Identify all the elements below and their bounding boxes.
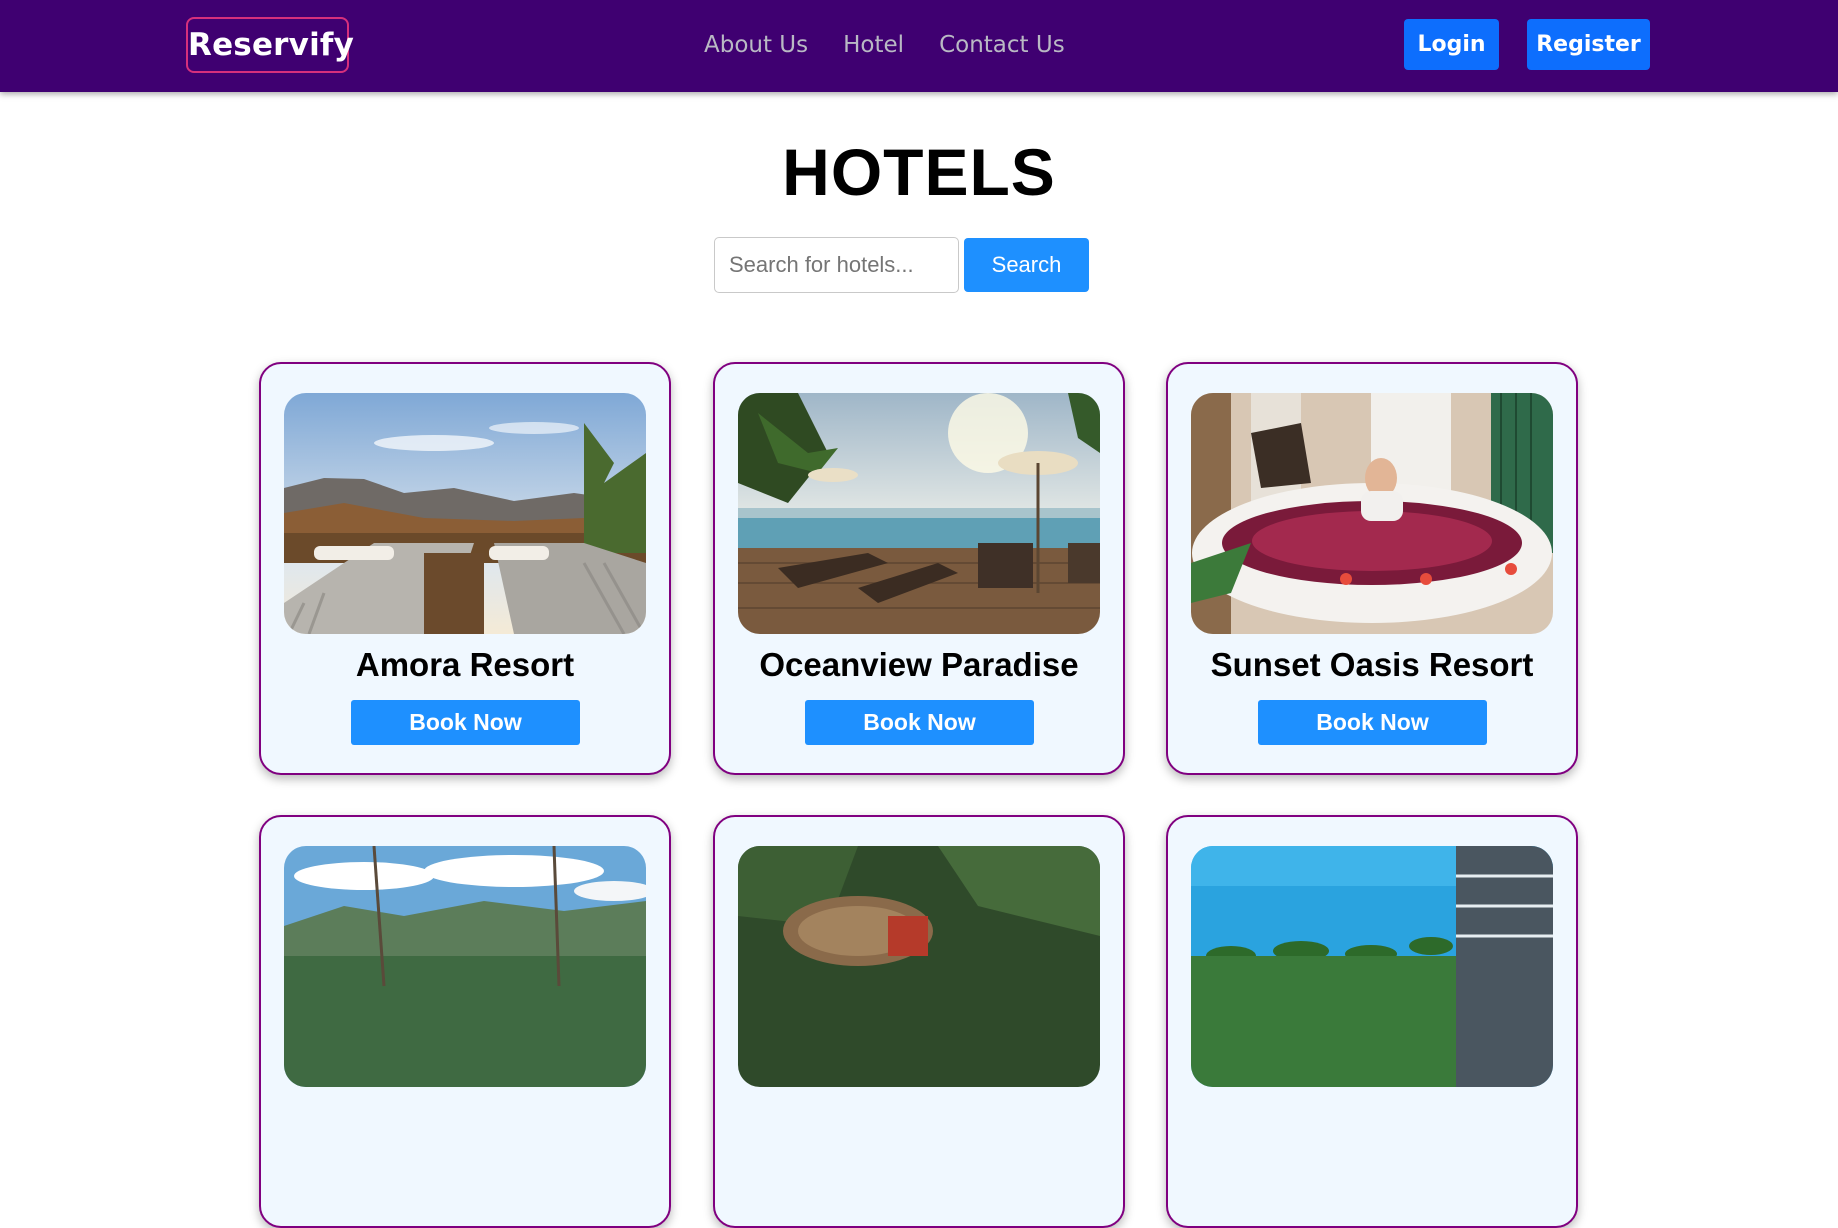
hotel-card — [713, 815, 1125, 1228]
page-title: HOTELS — [782, 135, 1056, 209]
hotel-card — [1166, 815, 1578, 1228]
nav-link-about-us[interactable]: About Us — [704, 27, 808, 63]
book-now-button[interactable]: Book Now — [805, 700, 1034, 745]
navbar: Reservify About Us Hotel Contact Us Logi… — [0, 0, 1838, 92]
search-button[interactable]: Search — [964, 238, 1089, 292]
logo[interactable]: Reservify — [186, 17, 354, 73]
hotel-card — [259, 815, 671, 1228]
hotel-card-sunset-oasis-resort: Sunset Oasis Resort Book Now — [1166, 362, 1578, 775]
search-input[interactable] — [714, 237, 959, 293]
book-now-button[interactable]: Book Now — [1258, 700, 1487, 745]
nav-link-hotel[interactable]: Hotel — [843, 27, 904, 63]
nav-links: About Us Hotel Contact Us — [704, 27, 1065, 63]
hotel-name: Sunset Oasis Resort — [1210, 646, 1534, 683]
hotel-image-amora-resort — [284, 393, 646, 634]
hotel-name: Oceanview Paradise — [759, 646, 1079, 683]
nav-link-contact-us[interactable]: Contact Us — [939, 27, 1065, 63]
hotel-card-oceanview-paradise: Oceanview Paradise Book Now — [713, 362, 1125, 775]
hotel-card-amora-resort: Amora Resort Book Now — [259, 362, 671, 775]
book-now-button[interactable]: Book Now — [351, 700, 580, 745]
hotel-image — [284, 846, 646, 1087]
login-button[interactable]: Login — [1404, 19, 1499, 70]
hotel-image — [738, 846, 1100, 1087]
hotel-image — [1191, 846, 1553, 1087]
hotel-image-sunset-oasis-resort — [1191, 393, 1553, 634]
hotel-name: Amora Resort — [355, 646, 575, 683]
hotel-image-oceanview-paradise — [738, 393, 1100, 634]
register-button[interactable]: Register — [1527, 19, 1650, 70]
